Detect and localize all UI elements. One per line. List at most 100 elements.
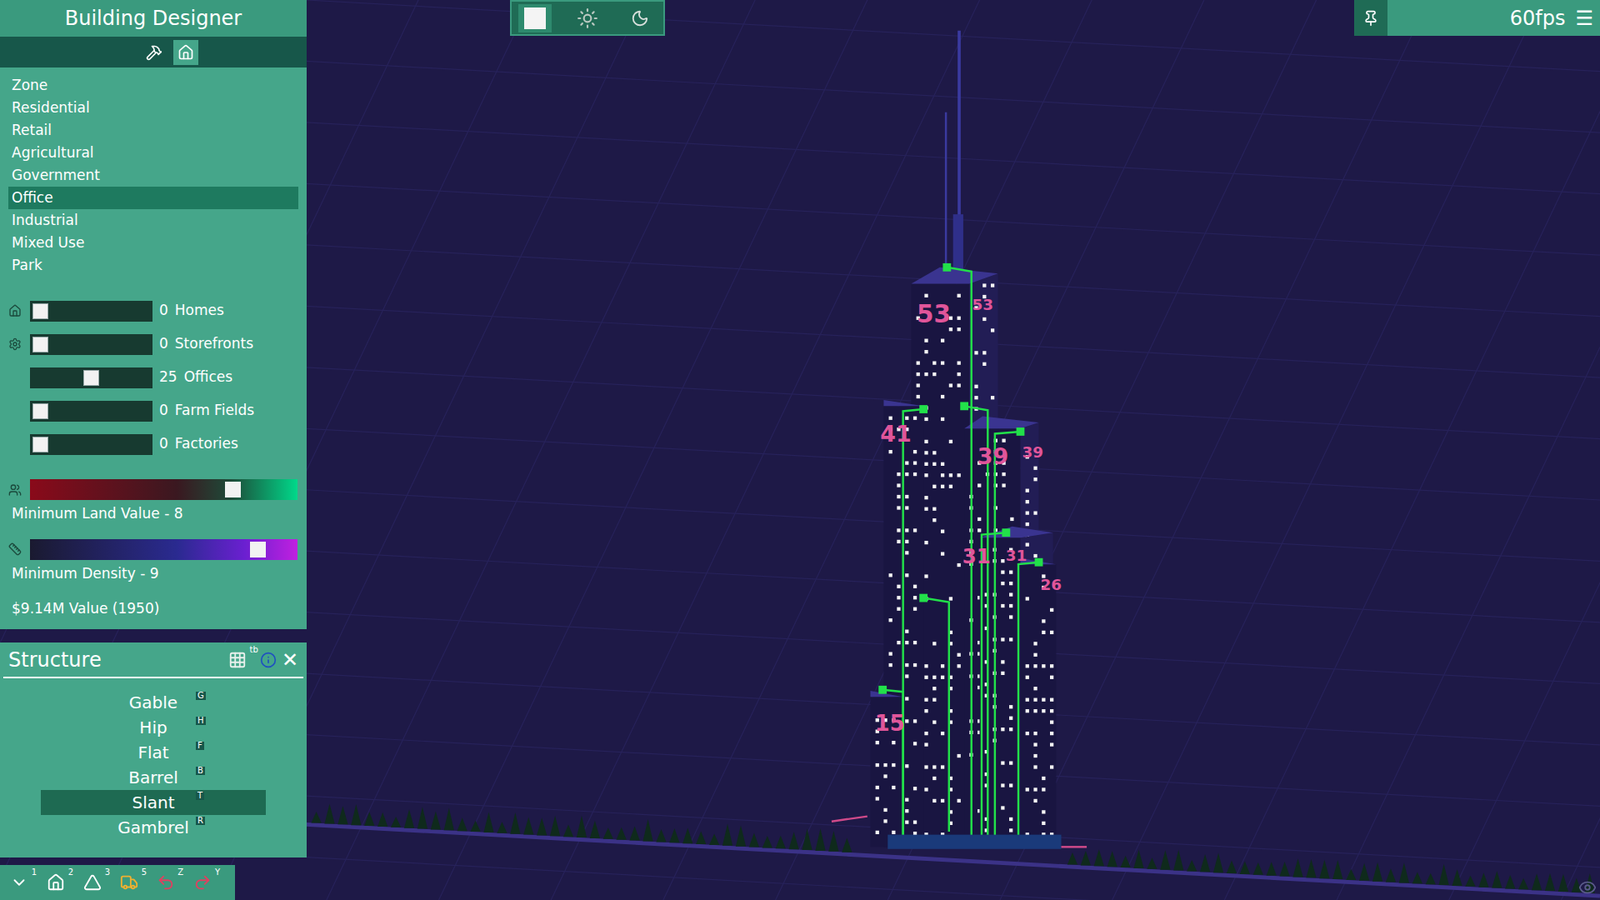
slider-label: Farm Fields xyxy=(175,400,255,422)
windows xyxy=(875,718,896,835)
zone-item[interactable]: Park xyxy=(8,254,299,277)
slider-thumb[interactable] xyxy=(32,336,49,353)
fps-counter: 60fps xyxy=(1510,3,1566,34)
sun-icon xyxy=(576,7,599,30)
slider-track[interactable] xyxy=(30,300,153,322)
slider-thumb[interactable] xyxy=(250,541,266,558)
time-button[interactable] xyxy=(518,4,552,33)
slider-label: Homes xyxy=(175,300,225,322)
toolbar-key: Z xyxy=(177,868,184,877)
tree-icon xyxy=(83,873,102,892)
pin-button[interactable] xyxy=(1354,0,1388,36)
toolbar-button[interactable]: 5 xyxy=(118,870,140,895)
slider-label: Storefronts xyxy=(175,333,254,355)
grid-toggle[interactable]: tb xyxy=(228,650,255,670)
toolbar-button[interactable]: 3 xyxy=(81,870,104,895)
roof-item[interactable]: FlatF xyxy=(40,740,266,765)
zone-item[interactable]: Retail xyxy=(8,119,299,142)
slider-thumb[interactable] xyxy=(32,436,49,453)
slider-count: 0 xyxy=(159,400,169,422)
info-icon[interactable] xyxy=(260,651,277,669)
building[interactable] xyxy=(831,30,1087,850)
toolbar-key: 3 xyxy=(105,868,110,877)
zone-item[interactable]: Industrial xyxy=(8,209,299,232)
bulldozer-icon xyxy=(120,873,139,892)
home-icon xyxy=(8,304,22,318)
slider-thumb[interactable] xyxy=(32,303,49,320)
designer-tab[interactable] xyxy=(141,40,167,65)
time-button[interactable] xyxy=(623,4,657,33)
toolbar-key: 1 xyxy=(31,868,37,877)
roof-item[interactable]: Gambrel R xyxy=(40,815,266,840)
svg-text:53: 53 xyxy=(971,295,994,314)
density-icon xyxy=(8,542,22,556)
slider-track[interactable] xyxy=(30,400,153,422)
roof-key: R xyxy=(195,816,205,825)
roof-label: Barrel xyxy=(128,765,179,790)
trees xyxy=(310,804,1595,894)
roof-label: Gambrel xyxy=(117,815,190,840)
roof-key: T xyxy=(195,791,205,800)
zone-list: ZoneResidentialRetailAgriculturalGovernm… xyxy=(0,74,307,277)
slider-count: 0 xyxy=(159,333,169,355)
close-button[interactable]: ✕ xyxy=(281,650,299,670)
density-slider[interactable] xyxy=(30,539,298,560)
slider-thumb[interactable] xyxy=(83,370,100,386)
roof-item[interactable]: SlantT xyxy=(40,790,266,815)
toolbar-button[interactable]: 1 xyxy=(8,870,30,895)
toolbar-button[interactable]: 2 xyxy=(45,870,67,895)
zone-item[interactable]: Agricultural xyxy=(8,141,299,165)
svg-text:39: 39 xyxy=(977,443,1009,470)
moon-icon xyxy=(630,9,650,28)
tool-icon xyxy=(145,44,163,61)
slider-thumb[interactable] xyxy=(225,481,241,498)
pin-icon xyxy=(1362,10,1380,27)
land-value-slider[interactable] xyxy=(30,479,298,500)
roof-key: B xyxy=(195,766,205,775)
undo-icon xyxy=(156,873,175,892)
designer-tab[interactable] xyxy=(173,40,199,65)
floor-labels: 535341393931312615 xyxy=(875,295,1062,735)
windows xyxy=(985,548,1014,833)
menu-button[interactable]: ☰ xyxy=(1575,8,1594,29)
redo-icon xyxy=(193,873,212,892)
zone-item[interactable]: Office xyxy=(8,186,299,210)
zone-item[interactable]: Zone xyxy=(8,74,299,97)
view-toggle[interactable] xyxy=(1578,878,1597,897)
slider-thumb[interactable] xyxy=(32,403,49,420)
eye-icon xyxy=(1578,878,1597,897)
top-right-bar: 60fps ☰ xyxy=(1354,0,1600,36)
toolbar-key: 5 xyxy=(141,868,147,877)
zone-item[interactable]: Government xyxy=(8,164,299,187)
panel-title: Building Designer xyxy=(0,0,307,37)
ground-grid xyxy=(0,0,1600,900)
roof-item[interactable]: HipH xyxy=(40,715,266,740)
density-label: Minimum Density - 9 xyxy=(0,563,307,585)
land-value-label: Minimum Land Value - 8 xyxy=(0,503,307,525)
time-button[interactable] xyxy=(570,4,605,33)
slider-track[interactable] xyxy=(30,434,153,455)
slider-count: 25 xyxy=(159,366,178,389)
structure-panel: Structuretb✕GableGHipHFlatFBarrelBSlantT… xyxy=(0,642,307,858)
zone-item[interactable]: Residential xyxy=(8,96,299,120)
road xyxy=(305,824,1600,896)
designer-tabs xyxy=(0,36,307,68)
svg-text:31: 31 xyxy=(962,544,991,569)
zone-slider-row: 0Factories xyxy=(0,427,307,461)
slider-label: Offices xyxy=(184,366,233,389)
roof-item[interactable]: GableG xyxy=(40,690,266,715)
slider-track[interactable] xyxy=(30,334,153,355)
select-icon xyxy=(10,873,29,892)
zone-item[interactable]: Mixed Use xyxy=(8,231,299,255)
toolbar-key: Y xyxy=(215,868,220,877)
toolbar-button[interactable]: Z xyxy=(155,870,177,895)
slider-count: 0 xyxy=(159,300,169,322)
toolbar-key: 2 xyxy=(68,868,74,877)
roof-item[interactable]: Barrel B xyxy=(40,765,266,790)
grid-key: tb xyxy=(250,645,259,655)
toolbar-button[interactable]: Y xyxy=(191,870,214,895)
svg-text:26: 26 xyxy=(1040,575,1062,594)
svg-text:53: 53 xyxy=(916,300,951,329)
slider-track[interactable] xyxy=(30,367,153,389)
roof-key: H xyxy=(195,716,206,725)
